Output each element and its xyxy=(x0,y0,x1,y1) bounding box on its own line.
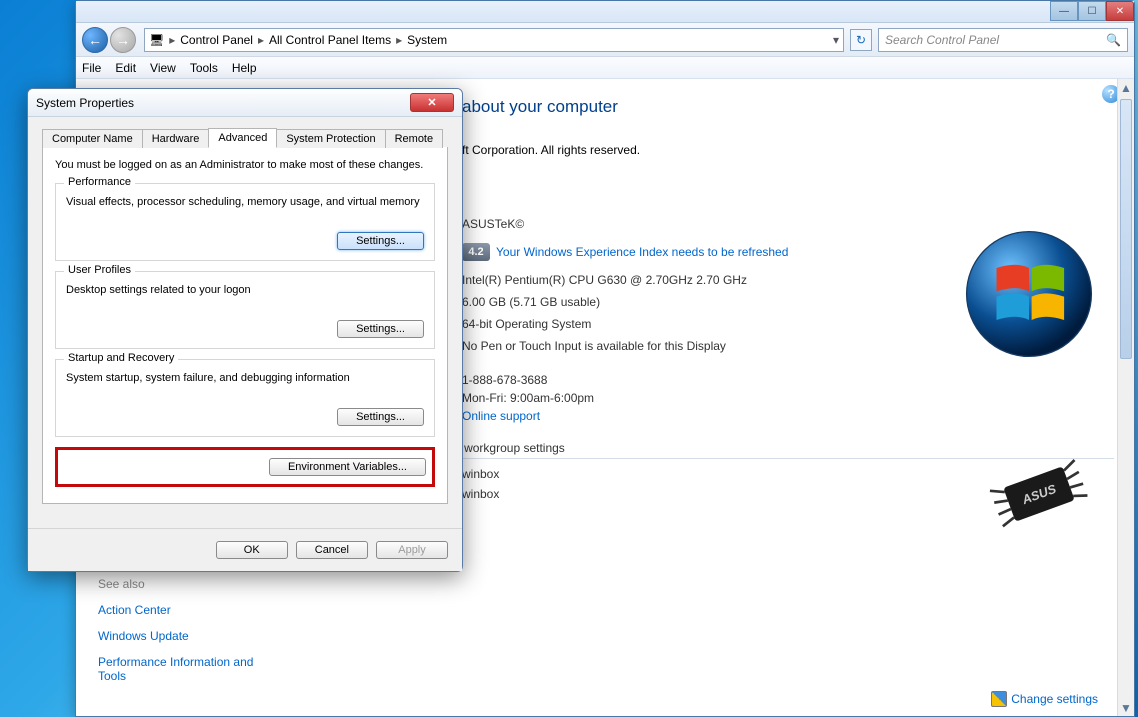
group-performance-desc: Visual effects, processor scheduling, me… xyxy=(66,196,424,208)
close-button[interactable]: ✕ xyxy=(1106,1,1134,21)
computer-name-value: winbox xyxy=(462,467,499,481)
group-startup-recovery: Startup and Recovery System startup, sys… xyxy=(55,359,435,437)
tab-advanced[interactable]: Advanced xyxy=(208,128,277,148)
environment-variables-button[interactable]: Environment Variables... xyxy=(269,458,426,476)
chevron-right-icon: ▸ xyxy=(396,33,402,47)
maximize-button[interactable]: ☐ xyxy=(1078,1,1106,21)
chevron-right-icon: ▸ xyxy=(258,33,264,47)
minimize-button[interactable]: — xyxy=(1050,1,1078,21)
chevron-right-icon: ▸ xyxy=(169,33,175,47)
side-link-action-center[interactable]: Action Center xyxy=(98,603,296,617)
menu-bar: File Edit View Tools Help xyxy=(76,57,1134,79)
website-link[interactable]: Online support xyxy=(462,409,540,423)
group-startup-title: Startup and Recovery xyxy=(64,352,178,364)
admin-note: You must be logged on as an Administrato… xyxy=(55,159,435,171)
dialog-body: Computer Name Hardware Advanced System P… xyxy=(28,117,462,528)
menu-view[interactable]: View xyxy=(150,61,176,75)
nav-bar: ← → 🖥 ▸ Control Panel ▸ All Control Pane… xyxy=(76,23,1134,57)
menu-tools[interactable]: Tools xyxy=(190,61,218,75)
group-user-profiles: User Profiles Desktop settings related t… xyxy=(55,271,435,349)
full-computer-name-value: winbox xyxy=(462,487,499,501)
cancel-button[interactable]: Cancel xyxy=(296,541,368,559)
menu-help[interactable]: Help xyxy=(232,61,257,75)
shield-icon xyxy=(991,691,1007,707)
search-input[interactable]: Search Control Panel 🔍 xyxy=(878,28,1128,52)
breadcrumb-item[interactable]: System xyxy=(407,33,447,47)
see-also-header: See also xyxy=(98,577,296,591)
group-performance-title: Performance xyxy=(64,176,135,188)
tab-hardware[interactable]: Hardware xyxy=(142,129,210,148)
change-settings-link[interactable]: Change settings xyxy=(991,691,1098,707)
refresh-button[interactable]: ↻ xyxy=(850,29,872,51)
dialog-close-button[interactable]: ✕ xyxy=(410,93,454,112)
menu-file[interactable]: File xyxy=(82,61,101,75)
group-user-profiles-title: User Profiles xyxy=(64,264,135,276)
tab-computer-name[interactable]: Computer Name xyxy=(42,129,143,148)
asus-chip-icon: ASUS xyxy=(984,449,1094,539)
hours-value: Mon-Fri: 9:00am-6:00pm xyxy=(462,391,1114,405)
window-controls: — ☐ ✕ xyxy=(1050,1,1134,21)
phone-value: 1-888-678-3688 xyxy=(462,373,1114,387)
tab-row: Computer Name Hardware Advanced System P… xyxy=(42,127,448,148)
scroll-up-icon[interactable]: ▲ xyxy=(1118,79,1134,96)
group-user-profiles-desc: Desktop settings related to your logon xyxy=(66,284,424,296)
breadcrumb-item[interactable]: Control Panel xyxy=(180,33,253,47)
search-icon: 🔍 xyxy=(1106,33,1121,47)
search-placeholder: Search Control Panel xyxy=(885,33,999,47)
breadcrumb-item[interactable]: All Control Panel Items xyxy=(269,33,391,47)
side-link-perf-info[interactable]: Performance Information and Tools xyxy=(98,655,268,683)
dropdown-icon[interactable]: ▾ xyxy=(833,33,839,47)
dialog-title-bar[interactable]: System Properties ✕ xyxy=(28,89,462,117)
window-title-bar: — ☐ ✕ xyxy=(76,1,1134,23)
ok-button[interactable]: OK xyxy=(216,541,288,559)
system-properties-dialog: System Properties ✕ Computer Name Hardwa… xyxy=(27,88,463,572)
tab-system-protection[interactable]: System Protection xyxy=(276,129,385,148)
rating-link[interactable]: Your Windows Experience Index needs to b… xyxy=(496,245,788,259)
startup-settings-button[interactable]: Settings... xyxy=(337,408,424,426)
breadcrumb[interactable]: 🖥 ▸ Control Panel ▸ All Control Panel It… xyxy=(144,28,844,52)
group-performance: Performance Visual effects, processor sc… xyxy=(55,183,435,261)
group-startup-desc: System startup, system failure, and debu… xyxy=(66,372,424,384)
menu-edit[interactable]: Edit xyxy=(115,61,136,75)
scrollbar-thumb[interactable] xyxy=(1120,99,1132,359)
env-variables-highlight: Environment Variables... xyxy=(55,447,435,487)
tab-remote[interactable]: Remote xyxy=(385,129,444,148)
computer-icon: 🖥 xyxy=(149,33,164,47)
scroll-down-icon[interactable]: ▼ xyxy=(1118,699,1134,716)
nav-back-button[interactable]: ← xyxy=(82,27,108,53)
performance-settings-button[interactable]: Settings... xyxy=(337,232,424,250)
rating-chip: 4.2 xyxy=(462,243,490,261)
apply-button[interactable]: Apply xyxy=(376,541,448,559)
windows-logo-icon xyxy=(964,229,1094,359)
user-profiles-settings-button[interactable]: Settings... xyxy=(337,320,424,338)
nav-forward-button[interactable]: → xyxy=(110,27,136,53)
dialog-button-row: OK Cancel Apply xyxy=(28,528,462,571)
side-link-windows-update[interactable]: Windows Update xyxy=(98,629,296,643)
vertical-scrollbar[interactable]: ▲ ▼ xyxy=(1117,79,1134,716)
tab-panel-advanced: You must be logged on as an Administrato… xyxy=(42,147,448,504)
dialog-title: System Properties xyxy=(36,96,134,110)
